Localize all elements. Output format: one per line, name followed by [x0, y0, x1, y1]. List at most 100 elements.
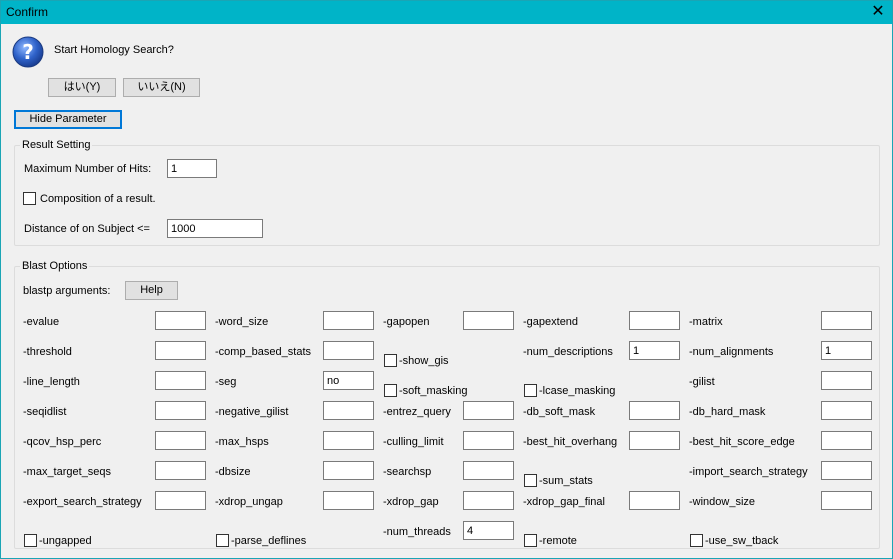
ungapped-label: -ungapped	[39, 535, 92, 547]
blast-options-legend: Blast Options	[20, 260, 90, 272]
db-hard-mask-label: -db_hard_mask	[689, 406, 766, 418]
num-descriptions-label: -num_descriptions	[523, 346, 613, 358]
ungapped-checkbox[interactable]	[24, 534, 37, 547]
export-search-strategy-input[interactable]	[155, 491, 206, 510]
xdrop-gap-final-label: -xdrop_gap_final	[523, 496, 605, 508]
matrix-input[interactable]	[821, 311, 872, 330]
threshold-input[interactable]	[155, 341, 206, 360]
num-alignments-label: -num_alignments	[689, 346, 774, 358]
seqidlist-input[interactable]	[155, 401, 206, 420]
window-size-input[interactable]	[821, 491, 872, 510]
xdrop-ungap-label: -xdrop_ungap	[215, 496, 283, 508]
line-length-input[interactable]	[155, 371, 206, 390]
best-hit-score-edge-label: -best_hit_score_edge	[689, 436, 795, 448]
best-hit-score-edge-input[interactable]	[821, 431, 872, 450]
remote-checkbox[interactable]	[524, 534, 537, 547]
show-gis-checkbox[interactable]	[384, 354, 397, 367]
matrix-label: -matrix	[689, 316, 723, 328]
word-size-label: -word_size	[215, 316, 269, 328]
gapextend-input[interactable]	[629, 311, 680, 330]
comp-based-stats-input[interactable]	[323, 341, 374, 360]
export-search-strategy-label: -export_search_strategy	[23, 496, 142, 508]
composition-label: Composition of a result.	[40, 193, 156, 205]
searchsp-label: -searchsp	[383, 466, 432, 478]
gilist-label: -gilist	[689, 376, 715, 388]
window-title: Confirm	[6, 5, 49, 19]
db-soft-mask-input[interactable]	[629, 401, 680, 420]
num-threads-input[interactable]	[463, 521, 514, 540]
close-icon[interactable]: ✕	[868, 3, 888, 21]
max-hits-label: Maximum Number of Hits:	[24, 163, 152, 175]
db-hard-mask-input[interactable]	[821, 401, 872, 420]
import-search-strategy-label: -import_search_strategy	[689, 466, 808, 478]
soft-masking-checkbox[interactable]	[384, 384, 397, 397]
soft-masking-label: -soft_masking	[399, 385, 468, 397]
num-alignments-input[interactable]	[821, 341, 872, 360]
searchsp-input[interactable]	[463, 461, 514, 480]
confirm-dialog: Confirm ✕ ? Start Homology Search? はい(Y)…	[0, 0, 893, 559]
max-hsps-input[interactable]	[323, 431, 374, 450]
no-button[interactable]: いいえ(N)	[123, 78, 200, 97]
num-descriptions-input[interactable]	[629, 341, 680, 360]
remote-label: -remote	[539, 535, 577, 547]
use-sw-tback-label: -use_sw_tback	[705, 535, 779, 547]
max-target-seqs-label: -max_target_seqs	[23, 466, 112, 478]
max-target-seqs-input[interactable]	[155, 461, 206, 480]
hide-parameter-button[interactable]: Hide Parameter	[14, 110, 122, 129]
help-button[interactable]: Help	[125, 281, 178, 300]
xdrop-gap-input[interactable]	[463, 491, 514, 510]
lcase-masking-checkbox[interactable]	[524, 384, 537, 397]
parse-deflines-checkbox[interactable]	[216, 534, 229, 547]
gapopen-input[interactable]	[463, 311, 514, 330]
max-hits-input[interactable]	[167, 159, 217, 178]
evalue-label: -evalue	[23, 316, 60, 328]
xdrop-gap-label: -xdrop_gap	[383, 496, 439, 508]
threshold-label: -threshold	[23, 346, 72, 358]
use-sw-tback-checkbox[interactable]	[690, 534, 703, 547]
import-search-strategy-input[interactable]	[821, 461, 872, 480]
window-size-label: -window_size	[689, 496, 756, 508]
line-length-label: -line_length	[23, 376, 80, 388]
seqidlist-label: -seqidlist	[23, 406, 67, 418]
sum-stats-checkbox[interactable]	[524, 474, 537, 487]
svg-text:?: ?	[22, 40, 34, 64]
dbsize-label: -dbsize	[215, 466, 251, 478]
best-hit-overhang-label: -best_hit_overhang	[523, 436, 618, 448]
evalue-input[interactable]	[155, 311, 206, 330]
gilist-input[interactable]	[821, 371, 872, 390]
parse-deflines-label: -parse_deflines	[231, 535, 307, 547]
db-soft-mask-label: -db_soft_mask	[523, 406, 596, 418]
blastp-arguments-label: blastp arguments:	[23, 285, 111, 297]
question-icon: ?	[12, 36, 44, 68]
negative-gilist-label: -negative_gilist	[215, 406, 289, 418]
comp-based-stats-label: -comp_based_stats	[215, 346, 311, 358]
negative-gilist-input[interactable]	[323, 401, 374, 420]
sum-stats-label: -sum_stats	[539, 475, 593, 487]
lcase-masking-label: -lcase_masking	[539, 385, 616, 397]
seg-input[interactable]	[323, 371, 374, 390]
culling-limit-input[interactable]	[463, 431, 514, 450]
word-size-input[interactable]	[323, 311, 374, 330]
distance-label: Distance of on Subject <=	[24, 223, 150, 235]
result-setting-legend: Result Setting	[20, 139, 93, 151]
qcov-hsp-perc-label: -qcov_hsp_perc	[23, 436, 102, 448]
num-threads-label: -num_threads	[383, 526, 451, 538]
gapextend-label: -gapextend	[523, 316, 579, 328]
qcov-hsp-perc-input[interactable]	[155, 431, 206, 450]
seg-label: -seg	[215, 376, 237, 388]
culling-limit-label: -culling_limit	[383, 436, 444, 448]
prompt-text: Start Homology Search?	[54, 44, 174, 56]
title-bar: Confirm ✕	[1, 1, 892, 24]
xdrop-gap-final-input[interactable]	[629, 491, 680, 510]
entrez-query-label: -entrez_query	[383, 406, 451, 418]
best-hit-overhang-input[interactable]	[629, 431, 680, 450]
dbsize-input[interactable]	[323, 461, 374, 480]
yes-button[interactable]: はい(Y)	[48, 78, 116, 97]
distance-input[interactable]	[167, 219, 263, 238]
show-gis-label: -show_gis	[399, 355, 449, 367]
max-hsps-label: -max_hsps	[215, 436, 269, 448]
composition-checkbox[interactable]	[23, 192, 36, 205]
xdrop-ungap-input[interactable]	[323, 491, 374, 510]
gapopen-label: -gapopen	[383, 316, 430, 328]
entrez-query-input[interactable]	[463, 401, 514, 420]
